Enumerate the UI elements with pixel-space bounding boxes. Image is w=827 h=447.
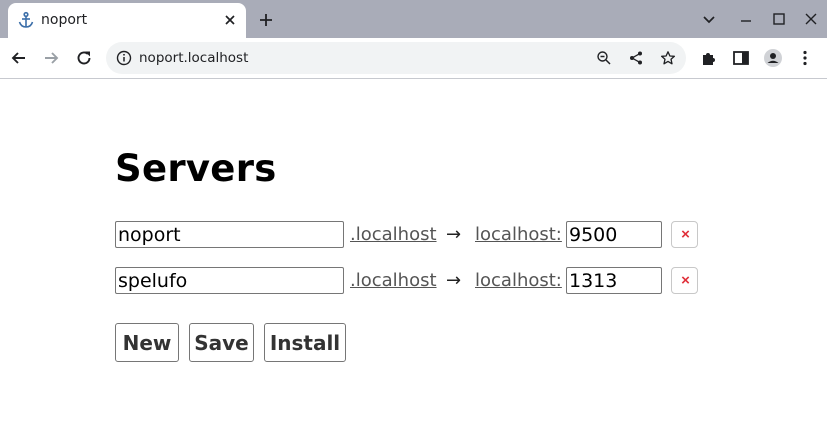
- puzzle-icon[interactable]: [699, 48, 719, 68]
- chevron-down-icon[interactable]: [701, 11, 717, 27]
- arrow-left-icon[interactable]: [9, 48, 29, 68]
- info-icon[interactable]: [116, 50, 132, 66]
- server-row: .localhost → localhost: ×: [115, 267, 715, 298]
- tab-strip: noport: [0, 0, 827, 38]
- install-button[interactable]: Install: [264, 323, 346, 362]
- zoom-out-icon[interactable]: [596, 50, 612, 66]
- star-icon[interactable]: [660, 50, 676, 66]
- localhost-suffix-link[interactable]: .localhost: [350, 224, 437, 245]
- port-input[interactable]: [566, 221, 662, 248]
- browser-tab[interactable]: noport: [8, 3, 246, 38]
- url-text[interactable]: noport.localhost: [139, 50, 248, 66]
- close-icon[interactable]: [222, 12, 238, 28]
- toolbar-divider: [0, 78, 827, 79]
- localhost-suffix-link[interactable]: .localhost: [350, 270, 437, 291]
- arrow-icon: →: [446, 270, 462, 291]
- server-name-input[interactable]: [115, 267, 344, 294]
- profile-icon[interactable]: [763, 48, 783, 68]
- arrow-icon: →: [446, 224, 462, 245]
- side-panel-icon[interactable]: [731, 48, 751, 68]
- browser-toolbar: noport.localhost: [0, 38, 827, 78]
- server-row: .localhost → localhost: ×: [115, 221, 715, 252]
- share-icon[interactable]: [628, 50, 644, 66]
- target-host-link[interactable]: localhost:: [475, 270, 562, 291]
- server-name-input[interactable]: [115, 221, 344, 248]
- remove-server-button[interactable]: ×: [671, 221, 698, 248]
- tab-title: noport: [41, 12, 88, 28]
- address-bar[interactable]: noport.localhost: [106, 42, 686, 74]
- target-host-link[interactable]: localhost:: [475, 224, 562, 245]
- close-icon: ×: [681, 272, 690, 289]
- save-button[interactable]: Save: [189, 323, 254, 362]
- plus-icon[interactable]: [257, 11, 275, 29]
- maximize-icon[interactable]: [771, 11, 787, 27]
- window-close-icon[interactable]: [803, 11, 819, 27]
- kebab-menu-icon[interactable]: [795, 48, 815, 68]
- new-button[interactable]: New: [115, 323, 179, 362]
- minimize-icon[interactable]: [738, 11, 754, 27]
- page-title: Servers: [115, 147, 277, 190]
- port-input[interactable]: [566, 267, 662, 294]
- close-icon: ×: [681, 226, 690, 243]
- remove-server-button[interactable]: ×: [671, 267, 698, 294]
- reload-icon[interactable]: [74, 48, 94, 68]
- arrow-right-icon[interactable]: [41, 48, 61, 68]
- anchor-icon: [18, 11, 34, 28]
